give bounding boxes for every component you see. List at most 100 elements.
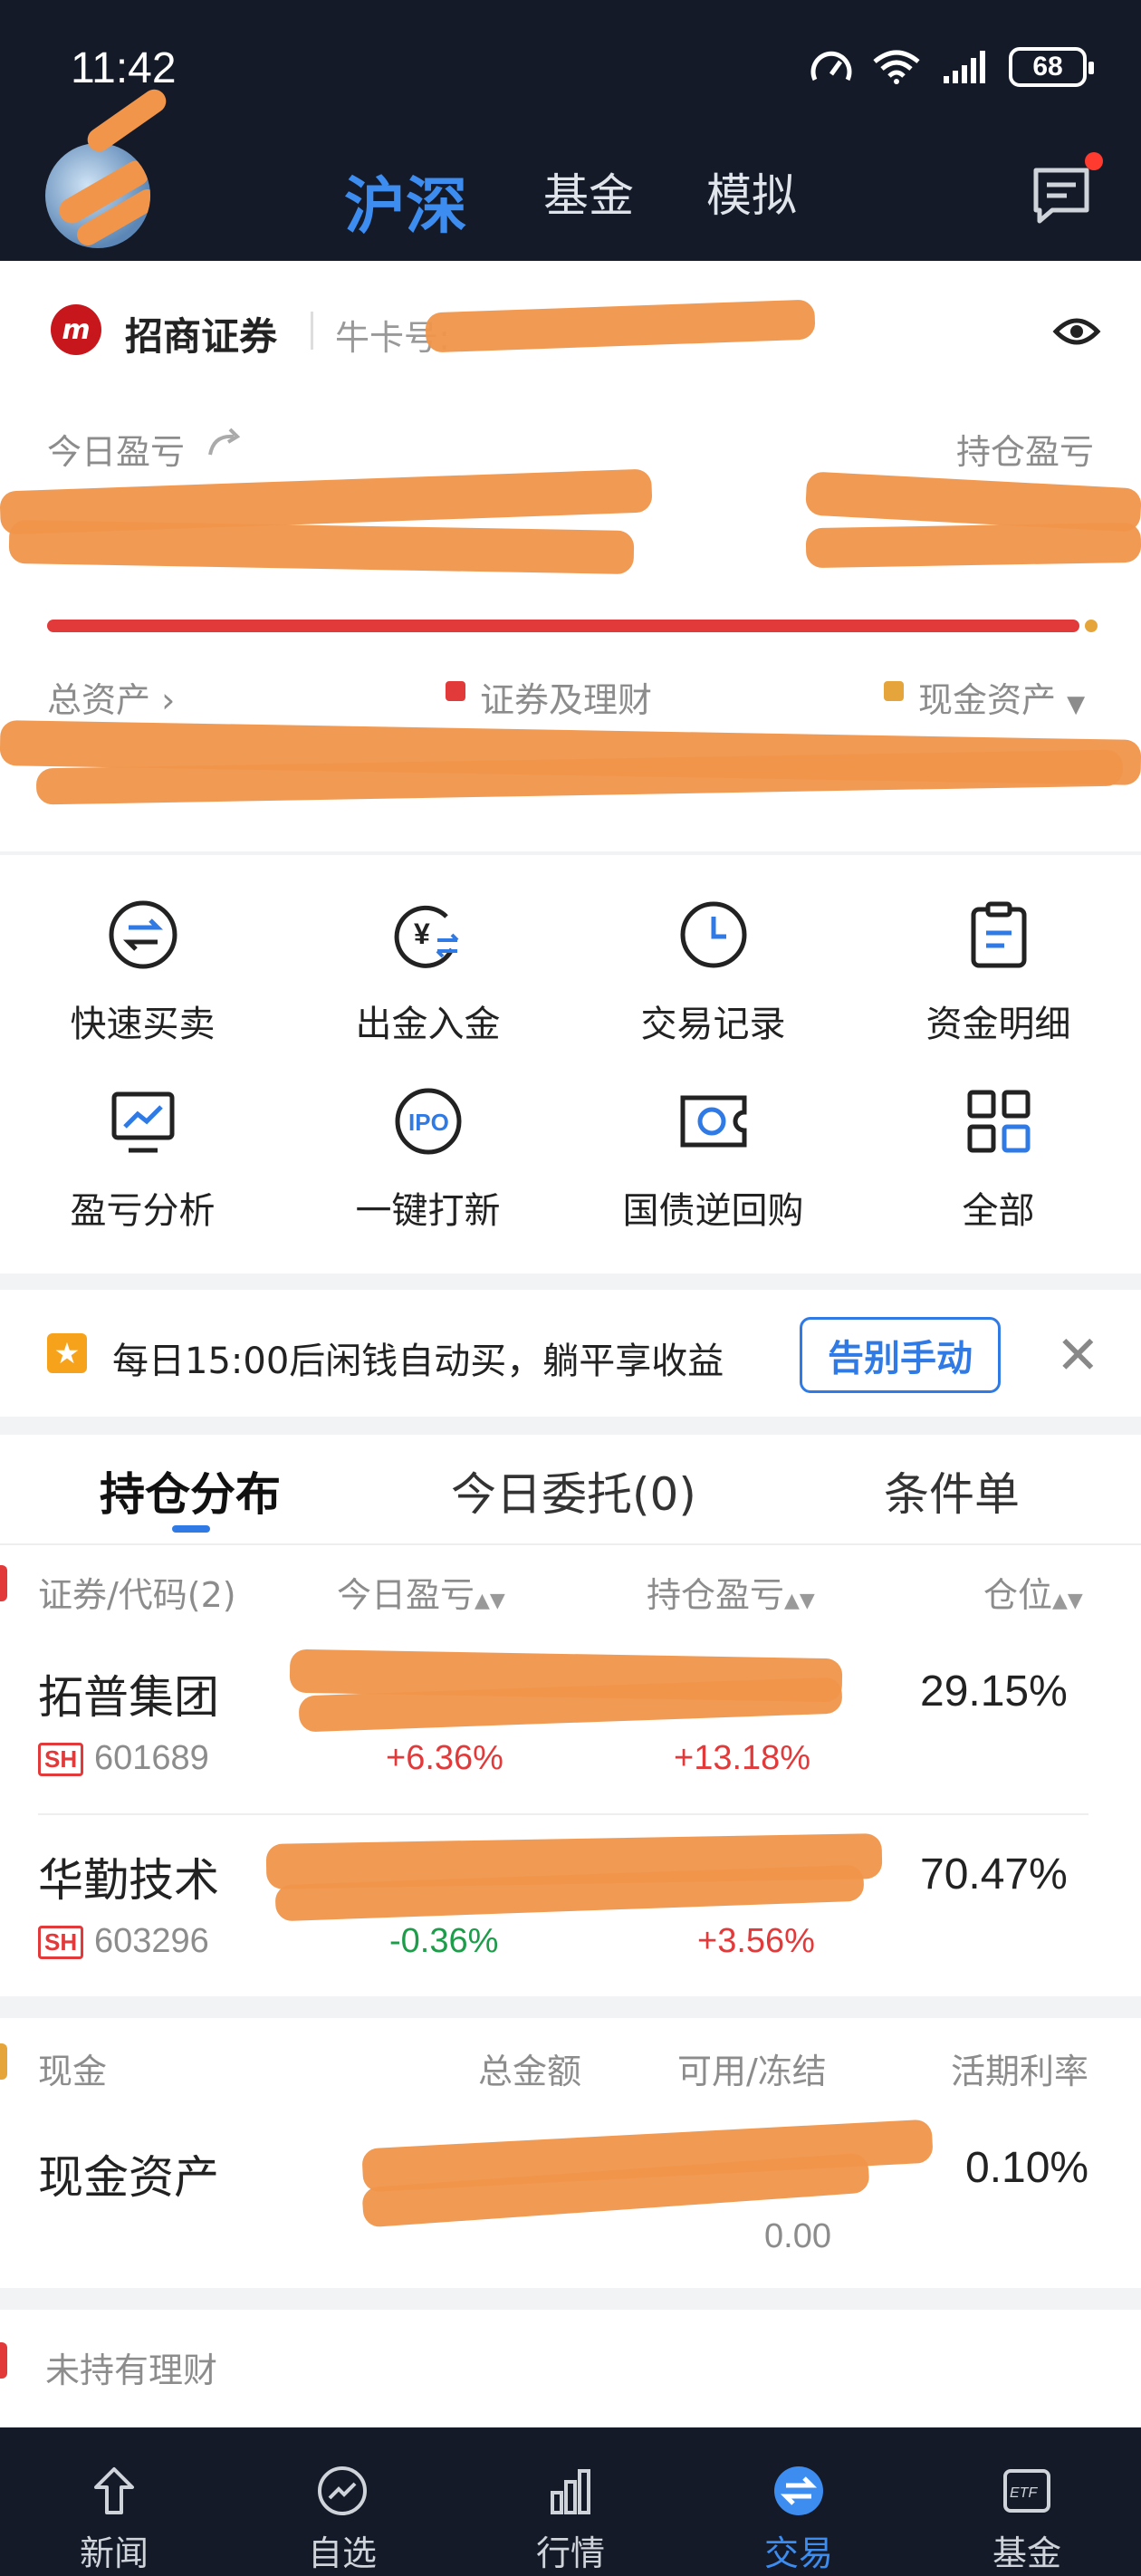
- svg-text:ETF: ETF: [1010, 2485, 1038, 2501]
- divider: [0, 1543, 1141, 1545]
- action-label: 国债逆回购: [622, 1190, 804, 1232]
- cash-legend-swatch: [884, 681, 904, 701]
- clock-icon: [680, 901, 746, 968]
- col-demand-rate: 活期利率: [951, 2052, 1089, 2091]
- col-total-amount: 总金额: [478, 2052, 582, 2091]
- cash-assets-dropdown[interactable]: 现金资产 ▼: [918, 672, 1085, 722]
- broker-logo-icon: m: [51, 304, 101, 355]
- tab-simulation[interactable]: 模拟: [706, 159, 797, 225]
- action-pnl-analysis[interactable]: 盈亏分析: [0, 1085, 285, 1234]
- stock-name: 拓普集团: [38, 1671, 219, 1724]
- bar-chart-icon: [551, 2469, 590, 2514]
- action-label: 盈亏分析: [70, 1190, 216, 1232]
- action-label: 一键打新: [355, 1190, 501, 1232]
- close-icon[interactable]: ✕: [1056, 1324, 1100, 1386]
- svg-text:¥: ¥: [414, 918, 430, 950]
- grid-icon: [967, 1090, 1030, 1153]
- eye-icon[interactable]: [1052, 313, 1101, 350]
- securities-label: 证券及理财: [480, 680, 653, 720]
- tab-hushen[interactable]: 沪深: [344, 156, 467, 245]
- action-reverse-repo[interactable]: 国债逆回购: [570, 1085, 856, 1234]
- message-icon[interactable]: [1031, 165, 1092, 226]
- action-label: 交易记录: [640, 1004, 786, 1045]
- ticket-icon: [680, 1095, 746, 1148]
- redaction-mark: [805, 522, 1141, 569]
- cash-ratio-dot: [1085, 620, 1098, 632]
- demand-rate: 0.10%: [965, 2144, 1089, 2192]
- status-icons: 68: [810, 47, 1094, 87]
- today-pnl-label: 今日盈亏: [47, 432, 186, 472]
- news-icon: [94, 2467, 134, 2514]
- watchlist-icon: [318, 2466, 367, 2515]
- action-all[interactable]: 全部: [856, 1085, 1141, 1234]
- holding-pnl-label: 持仓盈亏: [955, 432, 1094, 472]
- market-badge: SH: [38, 1926, 84, 1959]
- wifi-icon: [873, 50, 920, 84]
- exchange-icon: [109, 900, 177, 969]
- col-security: 证券/代码(2): [38, 1575, 236, 1615]
- action-ipo-subscribe[interactable]: IPO 一键打新: [285, 1085, 570, 1234]
- col-today-pnl[interactable]: 今日盈亏▲▼: [337, 1567, 505, 1617]
- bottom-nav: 新闻 自选 行情 交易 ETF 基金: [0, 2427, 1141, 2576]
- section-flag: [0, 2043, 7, 2080]
- clipboard-icon: [971, 901, 1026, 968]
- action-deposit-withdraw[interactable]: ¥ 出金入金: [285, 899, 570, 1047]
- securities-legend-swatch: [446, 681, 465, 701]
- notification-dot: [1085, 152, 1103, 170]
- frozen-amount: 0.00: [764, 2217, 831, 2255]
- section-flag: [0, 1565, 7, 1601]
- cash-section-label: 现金: [38, 2052, 108, 2091]
- battery-icon: 68: [1009, 47, 1094, 87]
- speed-icon: [810, 51, 852, 82]
- star-icon: ★: [47, 1333, 87, 1373]
- holding-pct: +3.56%: [697, 1922, 815, 1960]
- chart-monitor-icon: [111, 1091, 174, 1153]
- tab-holdings[interactable]: 持仓分布: [100, 1458, 281, 1523]
- ipo-icon: IPO: [395, 1088, 461, 1155]
- nav-watchlist[interactable]: 自选: [228, 2427, 456, 2576]
- active-tab-indicator: [172, 1525, 210, 1533]
- broker-name: 招商证券: [125, 314, 278, 359]
- sort-icon: ▲▼: [784, 1590, 815, 1612]
- today-pct: +6.36%: [386, 1739, 503, 1777]
- stock-code: 601689: [94, 1739, 209, 1777]
- stock-name: 华勤技术: [38, 1854, 219, 1907]
- unheld-wealth-label: 未持有理财: [45, 2350, 218, 2390]
- col-available-frozen: 可用/冻结: [677, 2052, 827, 2091]
- sort-icon: ▲▼: [1052, 1590, 1083, 1612]
- tab-fund[interactable]: 基金: [543, 159, 634, 225]
- position-weight: 29.15%: [920, 1668, 1068, 1716]
- divider: [311, 312, 313, 350]
- action-label: 快速买卖: [70, 1004, 216, 1045]
- auto-invest-button[interactable]: 告别手动: [800, 1317, 1001, 1393]
- nav-news[interactable]: 新闻: [0, 2427, 228, 2576]
- total-assets-label[interactable]: 总资产 ›: [47, 672, 175, 722]
- action-quick-trade[interactable]: 快速买卖: [0, 899, 285, 1047]
- yuan-transfer-icon: ¥: [394, 905, 458, 968]
- today-pct: -0.36%: [389, 1922, 499, 1960]
- signal-icon: [944, 51, 985, 83]
- action-label: 出金入金: [355, 1004, 501, 1045]
- holding-pct: +13.18%: [674, 1739, 811, 1777]
- stock-code: 603296: [94, 1922, 209, 1960]
- avatar[interactable]: [45, 143, 150, 248]
- market-badge: SH: [38, 1743, 84, 1776]
- action-label: 全部: [962, 1190, 1035, 1232]
- chevron-down-icon: ▼: [1067, 691, 1086, 718]
- col-weight[interactable]: 仓位▲▼: [983, 1567, 1083, 1617]
- tab-conditional-orders[interactable]: 条件单: [884, 1458, 1020, 1523]
- refresh-icon[interactable]: [206, 428, 244, 460]
- action-trade-records[interactable]: 交易记录: [570, 899, 856, 1047]
- tab-today-orders[interactable]: 今日委托(0): [451, 1458, 696, 1523]
- nav-trade[interactable]: 交易: [685, 2427, 913, 2576]
- action-fund-details[interactable]: 资金明细: [856, 899, 1141, 1047]
- nav-market[interactable]: 行情: [456, 2427, 685, 2576]
- svg-text:IPO: IPO: [408, 1109, 449, 1136]
- asset-ratio-bar: [47, 620, 1079, 632]
- sort-icon: ▲▼: [475, 1590, 505, 1612]
- col-holding-pnl[interactable]: 持仓盈亏▲▼: [647, 1567, 815, 1617]
- trade-icon: [774, 2466, 823, 2515]
- nav-fund[interactable]: ETF 基金: [913, 2427, 1141, 2576]
- banner-text: 每日15:00后闲钱自动买，躺平享收益: [112, 1341, 724, 1382]
- section-flag: [0, 2342, 7, 2379]
